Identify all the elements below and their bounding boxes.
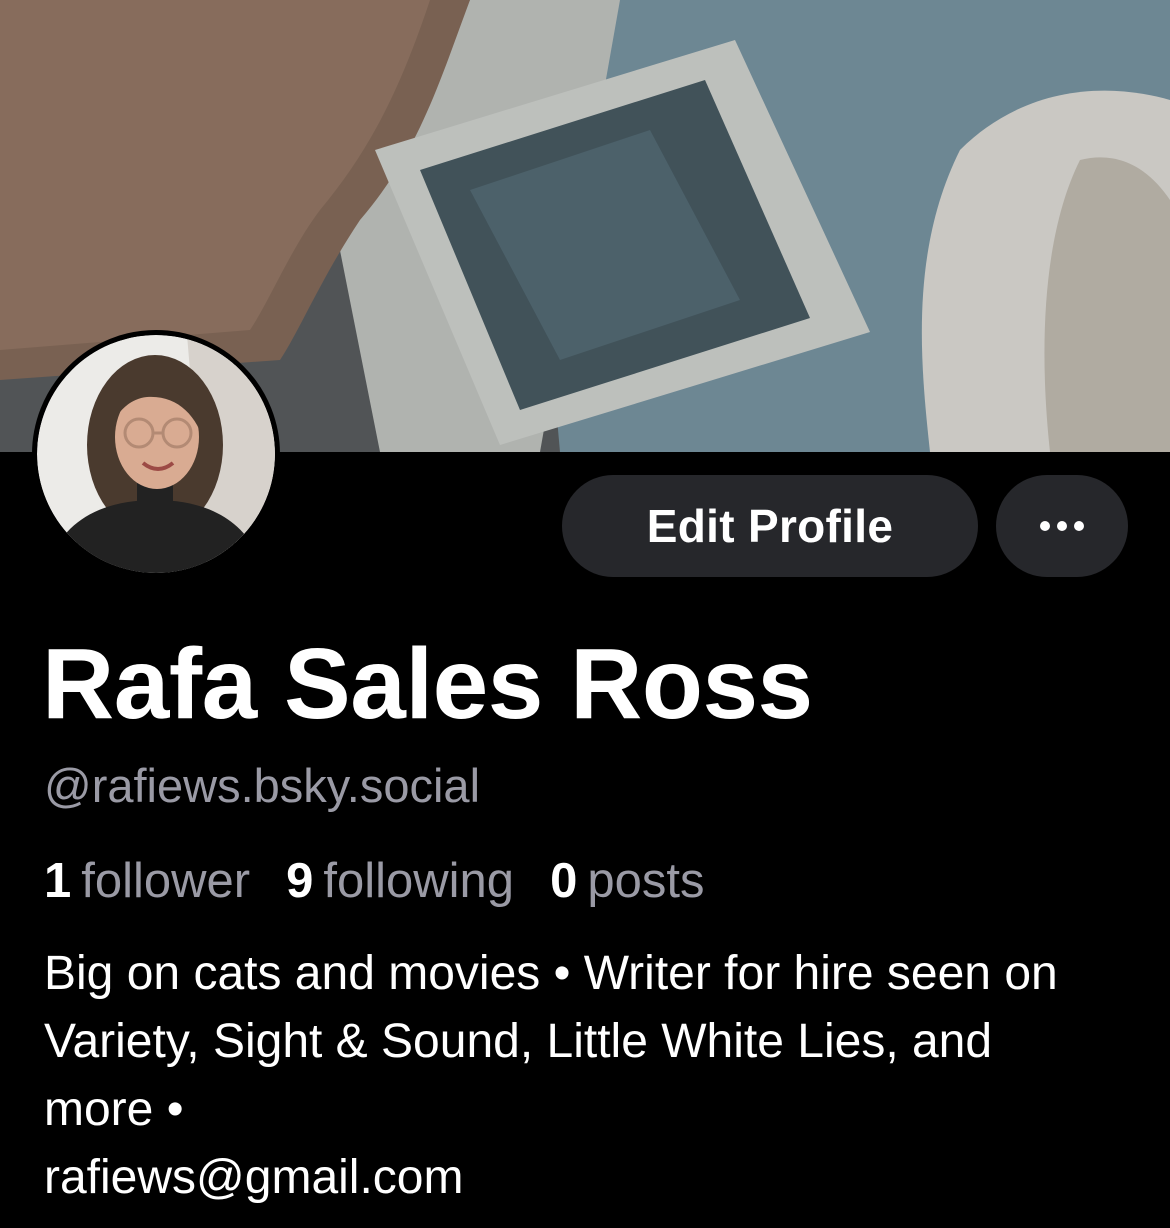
following-stat[interactable]: 9 following (286, 852, 514, 911)
posts-stat: 0 posts (550, 852, 704, 911)
edit-profile-button[interactable]: Edit Profile (562, 475, 978, 577)
profile-handle: @rafiews.bsky.social (44, 759, 481, 812)
more-options-button[interactable] (996, 475, 1128, 577)
profile-stats: 1 follower 9 following 0 posts (44, 852, 704, 911)
followers-stat[interactable]: 1 follower (44, 852, 250, 911)
ellipsis-icon (1040, 521, 1084, 531)
following-count: 9 (286, 854, 314, 908)
edit-profile-label: Edit Profile (646, 500, 894, 552)
following-label: following (323, 854, 515, 908)
followers-label: follower (81, 854, 251, 908)
profile-bio: Big on cats and movies • Writer for hire… (44, 947, 1058, 1204)
posts-count: 0 (550, 854, 578, 908)
profile-avatar[interactable] (32, 330, 280, 578)
posts-label: posts (587, 854, 705, 908)
profile-display-name: Rafa Sales Ross (42, 628, 813, 740)
avatar-photo (37, 335, 275, 573)
followers-count: 1 (44, 854, 72, 908)
